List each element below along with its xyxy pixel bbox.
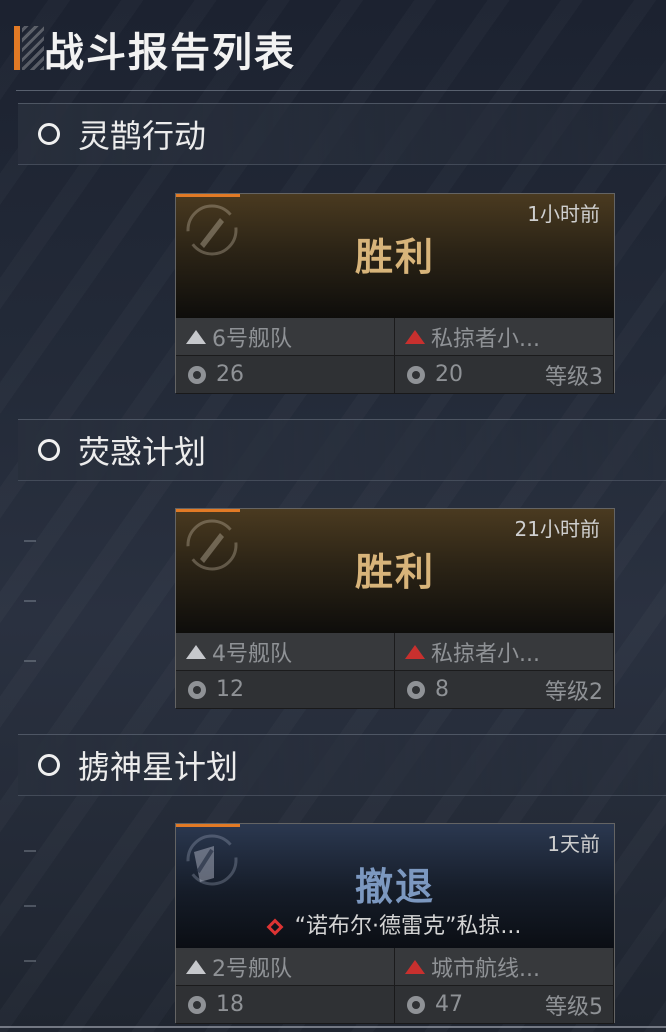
- battle-report-card-1[interactable]: 1小时前 胜利 6号舰队 私掠者小... 26 20 等级3: [175, 193, 615, 394]
- enemy-level: 等级3: [545, 364, 603, 390]
- enemy-power: 47: [435, 992, 463, 1017]
- side-tick: [24, 960, 36, 962]
- triangle-icon: [186, 644, 206, 659]
- own-fleet-cell: 6号舰队: [176, 318, 395, 356]
- own-fleet-name: 6号舰队: [212, 326, 292, 352]
- page-title: 战斗报告列表: [44, 30, 296, 76]
- circle-icon: [38, 123, 60, 145]
- own-fleet-cell: 4号舰队: [176, 633, 395, 671]
- card-accent-line: [176, 194, 240, 197]
- card-accent-line: [176, 824, 240, 827]
- triangle-icon: [186, 959, 206, 974]
- enemy-level: 等级2: [545, 679, 603, 705]
- enemy-cell: 私掠者小...: [395, 318, 614, 356]
- gear-icon: [407, 680, 425, 699]
- circle-icon: [38, 439, 60, 461]
- section-header-3[interactable]: 掳神星计划: [18, 734, 666, 796]
- gear-icon: [407, 995, 425, 1014]
- enemy-triangle-icon: [405, 644, 425, 659]
- enemy-cell: 私掠者小...: [395, 633, 614, 671]
- gear-icon: [188, 365, 206, 384]
- opponent-name: “诺布尔·德雷克”私掠...: [294, 914, 522, 939]
- enemy-power: 8: [435, 677, 449, 702]
- own-power-cell: 12: [176, 671, 395, 709]
- side-tick: [24, 905, 36, 907]
- own-fleet-name: 4号舰队: [212, 641, 292, 667]
- diamond-icon: [266, 918, 284, 936]
- side-tick: [24, 660, 36, 662]
- card-stats: 4号舰队 私掠者小... 12 8 等级2: [176, 633, 614, 709]
- bottom-divider: [0, 1026, 666, 1028]
- report-time: 21小时前: [514, 517, 600, 541]
- circle-icon: [38, 754, 60, 776]
- own-power-cell: 26: [176, 356, 395, 394]
- battle-result: 胜利: [354, 235, 435, 279]
- card-banner: 1小时前 胜利: [176, 194, 614, 318]
- own-fleet-name: 2号舰队: [212, 956, 292, 982]
- card-stats: 2号舰队 城市航线... 18 47 等级5: [176, 948, 614, 1024]
- header-divider: [16, 90, 666, 91]
- opponent-line: “诺布尔·德雷克”私掠...: [176, 908, 614, 940]
- card-accent-line: [176, 509, 240, 512]
- battle-result: 胜利: [354, 550, 435, 594]
- side-tick: [24, 600, 36, 602]
- enemy-cell: 城市航线...: [395, 948, 614, 986]
- section-header-1[interactable]: 灵鹊行动: [18, 103, 666, 165]
- enemy-power: 20: [435, 362, 463, 387]
- header-stripes: [22, 26, 44, 70]
- section-title: 灵鹊行动: [78, 117, 207, 155]
- battle-report-card-3[interactable]: 1天前 撤退 “诺布尔·德雷克”私掠... 2号舰队 城市航线... 18 47…: [175, 823, 615, 1024]
- card-banner: 1天前 撤退 “诺布尔·德雷克”私掠...: [176, 824, 614, 948]
- side-tick: [24, 540, 36, 542]
- header: 战斗报告列表: [0, 0, 666, 92]
- enemy-level: 等级5: [545, 994, 603, 1020]
- section-title: 掳神星计划: [78, 748, 239, 786]
- own-power-cell: 18: [176, 986, 395, 1024]
- own-fleet-cell: 2号舰队: [176, 948, 395, 986]
- gear-icon: [188, 680, 206, 699]
- triangle-icon: [186, 329, 206, 344]
- enemy-power-cell: 20 等级3: [395, 356, 614, 394]
- side-tick: [24, 850, 36, 852]
- section-title: 荧惑计划: [78, 433, 207, 471]
- section-header-2[interactable]: 荧惑计划: [18, 419, 666, 481]
- report-time: 1小时前: [527, 202, 600, 226]
- own-power: 12: [216, 677, 244, 702]
- enemy-power-cell: 47 等级5: [395, 986, 614, 1024]
- gear-icon: [188, 995, 206, 1014]
- card-stats: 6号舰队 私掠者小... 26 20 等级3: [176, 318, 614, 394]
- battle-report-card-2[interactable]: 21小时前 胜利 4号舰队 私掠者小... 12 8 等级2: [175, 508, 615, 709]
- enemy-name: 私掠者小...: [431, 326, 540, 352]
- enemy-triangle-icon: [405, 329, 425, 344]
- card-banner: 21小时前 胜利: [176, 509, 614, 633]
- enemy-name: 私掠者小...: [431, 641, 540, 667]
- report-time: 1天前: [547, 832, 600, 856]
- enemy-power-cell: 8 等级2: [395, 671, 614, 709]
- enemy-triangle-icon: [405, 959, 425, 974]
- gear-icon: [407, 365, 425, 384]
- enemy-name: 城市航线...: [431, 956, 540, 982]
- own-power: 18: [216, 992, 244, 1017]
- own-power: 26: [216, 362, 244, 387]
- header-accent-bar: [14, 26, 20, 70]
- battle-result: 撤退: [354, 865, 435, 909]
